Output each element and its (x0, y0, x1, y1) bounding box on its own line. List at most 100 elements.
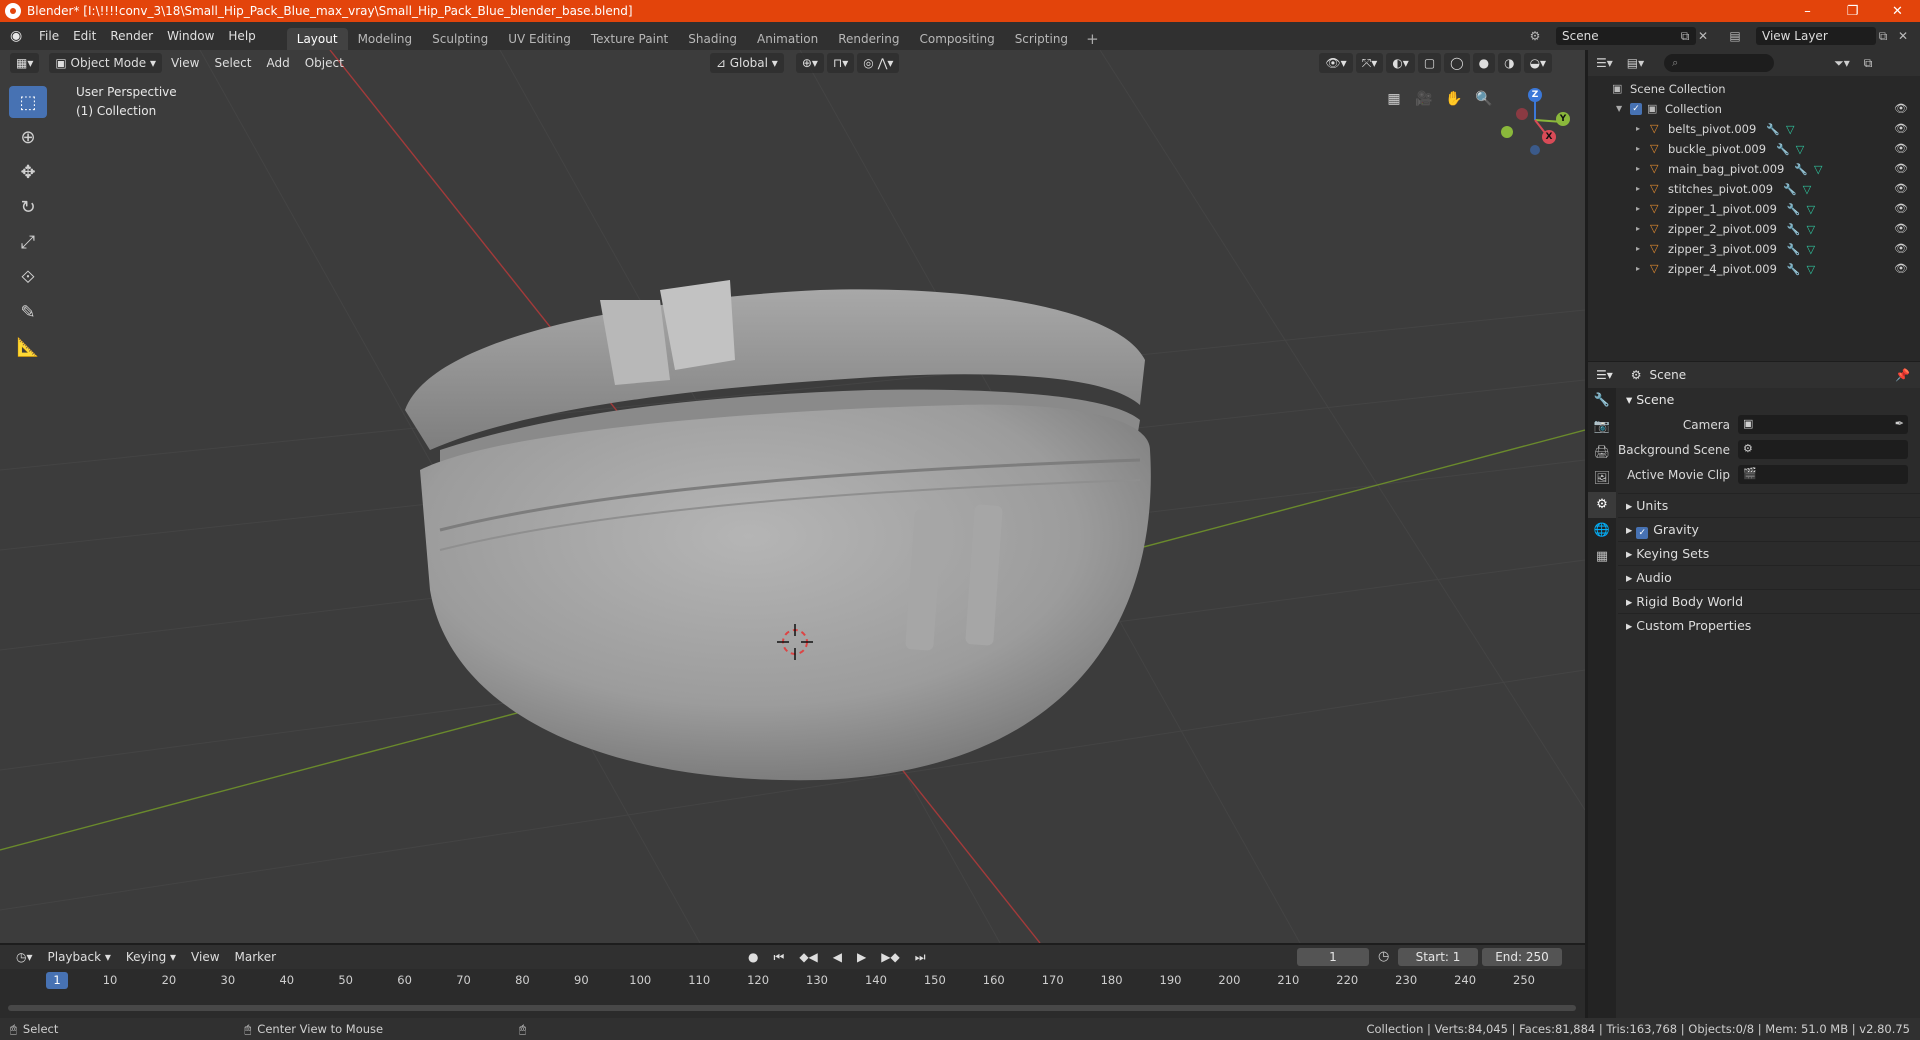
scene-selector[interactable]: Scene (1556, 27, 1696, 45)
visibility-icon[interactable]: 👁▾ (1319, 53, 1353, 73)
pin-icon[interactable]: 📌 (1895, 368, 1910, 382)
play-icon[interactable]: ▶ (851, 947, 872, 967)
mesh-data-icon[interactable]: ▽ (1807, 243, 1815, 256)
new-view-layer-icon[interactable]: ⧉ (1874, 27, 1892, 45)
outliner-item[interactable]: ▸ ▽ zipper_2_pivot.009 🔧 ▽ 👁 (1588, 219, 1920, 239)
view-layer-browse-icon[interactable]: ▤ (1726, 27, 1744, 45)
keying-sets-panel[interactable]: ▸ Keying Sets (1618, 541, 1920, 565)
gizmo-z-axis[interactable]: Z (1528, 88, 1542, 102)
overlay-toggle-icon[interactable]: ◐▾ (1386, 53, 1415, 73)
visibility-eye-icon[interactable]: 👁 (1894, 242, 1908, 255)
move-tool-icon[interactable]: ✥ (9, 156, 47, 188)
outliner-scene-collection[interactable]: ▣ Scene Collection (1588, 79, 1920, 99)
outliner-search-input[interactable]: ⌕ (1664, 54, 1775, 72)
gravity-panel[interactable]: ▸ ✓ Gravity (1618, 517, 1920, 541)
shading-solid-icon[interactable]: ● (1472, 53, 1496, 73)
collection-visibility-icon[interactable]: 👁 (1894, 102, 1908, 115)
maximize-button[interactable]: ❐ (1830, 0, 1875, 22)
modifier-icon[interactable]: 🔧 (1766, 123, 1780, 136)
tab-sculpting[interactable]: Sculpting (422, 28, 498, 50)
pan-hand-icon[interactable]: ✋ (1441, 86, 1467, 112)
timeline-editor-icon[interactable]: ◷▾ (10, 947, 39, 967)
menu-playback[interactable]: Playback ▾ (42, 947, 117, 967)
shading-material-icon[interactable]: ◑ (1498, 53, 1521, 73)
expand-icon[interactable]: ▸ (1636, 164, 1646, 174)
blender-menu-icon[interactable]: ◉ (10, 28, 26, 44)
menu-select[interactable]: Select (208, 53, 257, 73)
output-tab-icon[interactable]: 🖨 (1588, 440, 1616, 466)
transform-tool-icon[interactable]: ⟐ (9, 261, 47, 293)
expand-icon[interactable]: ▸ (1636, 184, 1646, 194)
clock-icon[interactable]: ◷ (1378, 949, 1389, 964)
menu-add[interactable]: Add (260, 53, 295, 73)
proportional-edit-icon[interactable]: ◎ ⋀▾ (857, 53, 900, 73)
outliner-item[interactable]: ▸ ▽ buckle_pivot.009 🔧 ▽ 👁 (1588, 139, 1920, 159)
display-mode-icon[interactable]: ▤▾ (1627, 56, 1644, 70)
outliner-item[interactable]: ▸ ▽ zipper_3_pivot.009 🔧 ▽ 👁 (1588, 239, 1920, 259)
outliner-item[interactable]: ▸ ▽ zipper_4_pivot.009 🔧 ▽ 👁 (1588, 259, 1920, 279)
visibility-eye-icon[interactable]: 👁 (1894, 202, 1908, 215)
scene-tab-icon[interactable]: ⚙ (1588, 492, 1616, 518)
audio-panel[interactable]: ▸ Audio (1618, 565, 1920, 589)
active-movie-clip-field[interactable]: 🎬 (1738, 465, 1908, 484)
visibility-eye-icon[interactable]: 👁 (1894, 182, 1908, 195)
outliner-item[interactable]: ▸ ▽ main_bag_pivot.009 🔧 ▽ 👁 (1588, 159, 1920, 179)
shading-rendered-icon[interactable]: ◒▾ (1523, 53, 1553, 73)
next-keyframe-icon[interactable]: ▶◆ (875, 947, 905, 967)
pivot-point-icon[interactable]: ⊕▾ (795, 53, 824, 73)
scale-tool-icon[interactable]: ⤢ (9, 226, 47, 258)
mesh-data-icon[interactable]: ▽ (1803, 183, 1811, 196)
modifier-icon[interactable]: 🔧 (1794, 163, 1808, 176)
modifier-icon[interactable]: 🔧 (1787, 223, 1801, 236)
filter-icon[interactable]: ⏷▾ (1834, 56, 1850, 71)
background-scene-field[interactable]: ⚙ (1738, 440, 1908, 459)
modifier-icon[interactable]: 🔧 (1783, 183, 1797, 196)
expand-icon[interactable]: ▸ (1636, 124, 1646, 134)
tab-animation[interactable]: Animation (747, 28, 828, 50)
measure-tool-icon[interactable]: 📐 (9, 331, 47, 363)
record-icon[interactable]: ● (742, 947, 764, 967)
add-workspace-button[interactable]: + (1078, 28, 1107, 50)
menu-timeline-view[interactable]: View (185, 947, 225, 967)
render-tab-icon[interactable]: 📷 (1588, 414, 1616, 440)
units-panel[interactable]: ▸ Units (1618, 493, 1920, 517)
menu-help[interactable]: Help (221, 25, 262, 47)
gizmo-x-axis[interactable]: X (1542, 130, 1556, 144)
outliner-editor-icon[interactable]: ☰▾ (1596, 56, 1613, 70)
visibility-eye-icon[interactable]: 👁 (1894, 142, 1908, 155)
eyedropper-icon[interactable]: ✒ (1895, 417, 1904, 430)
play-reverse-icon[interactable]: ◀ (827, 947, 848, 967)
current-frame-field[interactable]: 1 (1297, 948, 1369, 966)
current-frame-indicator[interactable]: 1 (46, 972, 68, 989)
mesh-data-icon[interactable]: ▽ (1796, 143, 1804, 156)
gizmo-y-axis[interactable]: Y (1556, 112, 1570, 126)
outliner-item[interactable]: ▸ ▽ belts_pivot.009 🔧 ▽ 👁 (1588, 119, 1920, 139)
start-frame-field[interactable]: Start: 1 (1398, 948, 1478, 966)
tab-modeling[interactable]: Modeling (348, 28, 423, 50)
expand-collection-icon[interactable]: ▼ (1616, 104, 1626, 114)
menu-object[interactable]: Object (299, 53, 350, 73)
rotate-tool-icon[interactable]: ↻ (9, 191, 47, 223)
view-layer-tab-icon[interactable]: 🖼 (1588, 466, 1616, 492)
orientation-selector[interactable]: ⊿ Global ▾ (709, 53, 784, 73)
shading-wireframe-icon[interactable]: ◯ (1444, 53, 1470, 73)
menu-keying[interactable]: Keying ▾ (120, 947, 182, 967)
new-scene-icon[interactable]: ⧉ (1676, 27, 1694, 45)
menu-file[interactable]: File (32, 25, 66, 47)
tab-uv-editing[interactable]: UV Editing (498, 28, 581, 50)
outliner-collection[interactable]: ▼ ✓ ▣ Collection 👁 (1588, 99, 1920, 119)
expand-icon[interactable]: ▸ (1636, 224, 1646, 234)
navigation-gizmo[interactable] (1501, 94, 1564, 155)
properties-editor-icon[interactable]: ☰▾ (1596, 368, 1613, 382)
hip-pack-model[interactable] (405, 280, 1151, 781)
expand-icon[interactable]: ▸ (1636, 244, 1646, 254)
jump-start-icon[interactable]: ⏮ (768, 947, 791, 967)
mesh-data-icon[interactable]: ▽ (1786, 123, 1794, 136)
timeline-scrollbar[interactable] (8, 1005, 1576, 1011)
mesh-data-icon[interactable]: ▽ (1814, 163, 1822, 176)
tab-scripting[interactable]: Scripting (1005, 28, 1078, 50)
scene-panel-title[interactable]: ▾ Scene (1618, 388, 1920, 412)
prev-keyframe-icon[interactable]: ◆◀ (793, 947, 823, 967)
expand-icon[interactable]: ▸ (1636, 144, 1646, 154)
modifier-icon[interactable]: 🔧 (1787, 263, 1801, 276)
